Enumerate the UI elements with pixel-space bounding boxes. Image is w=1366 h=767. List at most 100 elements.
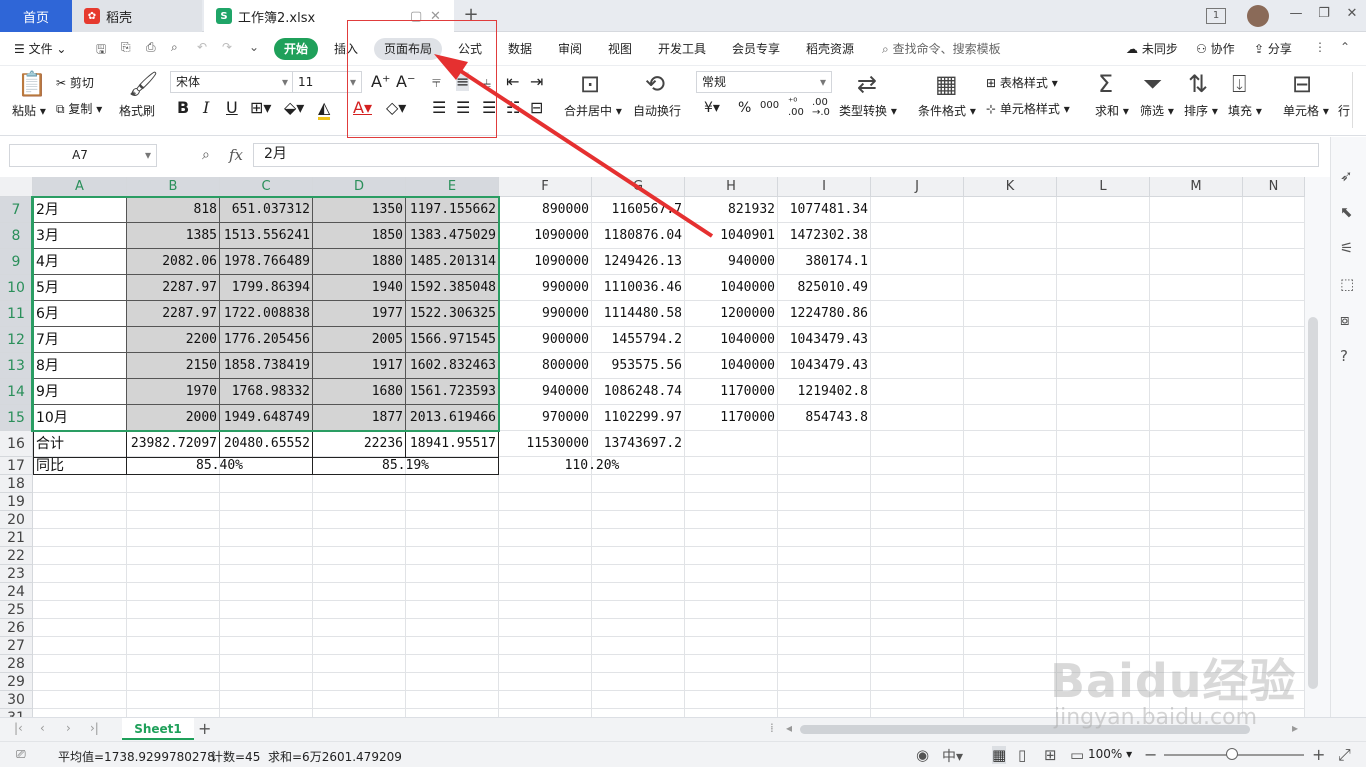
cell[interactable]: 1040901 — [685, 223, 777, 249]
cell[interactable]: 800000 — [499, 353, 591, 379]
column-header-f[interactable]: F — [499, 177, 592, 197]
conditional-format-button[interactable]: 条件格式 ▾ — [918, 102, 976, 119]
cell[interactable]: 1110036.46 — [592, 275, 684, 301]
column-header-b[interactable]: B — [127, 177, 220, 197]
name-box[interactable]: A7 ▾ — [9, 144, 157, 167]
cell[interactable]: 1043479.43 — [778, 353, 870, 379]
column-header-n[interactable]: N — [1243, 177, 1305, 197]
eye-protection-icon[interactable]: ◉ — [916, 746, 929, 764]
print-preview-icon[interactable]: ⌕ — [171, 40, 178, 55]
column-header-c[interactable]: C — [220, 177, 313, 197]
column-header-l[interactable]: L — [1057, 177, 1150, 197]
backup-icon[interactable]: ⧇ — [1340, 311, 1350, 329]
cell[interactable]: 1219402.8 — [778, 379, 870, 405]
cell[interactable]: 1102299.97 — [592, 405, 684, 431]
cell[interactable]: 1086248.74 — [592, 379, 684, 405]
row-header[interactable]: 14 — [0, 379, 33, 405]
sync-status[interactable]: ☁ 未同步 — [1126, 40, 1178, 57]
row-header[interactable]: 17 — [0, 457, 33, 475]
command-search[interactable]: ⌕ 查找命令、搜索模板 — [882, 40, 1001, 57]
restore-icon[interactable]: ❐ — [1313, 6, 1335, 21]
menu-tab-developer[interactable]: 开发工具 — [658, 40, 706, 57]
menu-tab-daoke-resources[interactable]: 稻壳资源 — [806, 40, 854, 57]
row-header[interactable]: 8 — [0, 223, 33, 249]
row-header[interactable]: 15 — [0, 405, 33, 431]
cell[interactable]: 合计 — [33, 431, 126, 457]
cell[interactable]: 821932 — [685, 197, 777, 223]
prev-sheet-icon[interactable]: ‹ — [40, 721, 45, 735]
column-header-h[interactable]: H — [685, 177, 778, 197]
row-header[interactable]: 12 — [0, 327, 33, 353]
language-icon[interactable]: 中▾ — [942, 746, 963, 766]
thousands-icon[interactable]: 000 — [760, 100, 779, 111]
wrap-text-button[interactable]: 自动换行 — [633, 102, 681, 119]
cell[interactable]: 11530000 — [499, 431, 591, 457]
vertical-scroll-thumb[interactable] — [1308, 317, 1318, 689]
ribbon-scroll[interactable] — [1352, 72, 1364, 128]
cell[interactable]: 1040000 — [685, 275, 777, 301]
row-header[interactable]: 20 — [0, 511, 33, 529]
row-header[interactable]: 10 — [0, 275, 33, 301]
cell[interactable]: 1455794.2 — [592, 327, 684, 353]
percent-icon[interactable]: % — [738, 100, 751, 116]
menu-tab-review[interactable]: 审阅 — [558, 40, 582, 57]
collaborate-button[interactable]: ⚇ 协作 — [1196, 40, 1235, 57]
save-icon[interactable]: 🖫 — [96, 40, 106, 61]
menu-tab-start[interactable]: 开始 — [274, 38, 319, 60]
row-header[interactable]: 25 — [0, 601, 33, 619]
tab-home[interactable]: 首页 — [0, 0, 72, 32]
justify-icon[interactable]: ⊟ — [530, 98, 543, 117]
first-sheet-icon[interactable]: |‹ — [14, 721, 23, 735]
column-header-a[interactable]: A — [33, 177, 127, 197]
cell[interactable]: 940000 — [685, 249, 777, 275]
cell[interactable]: 18941.95517 — [406, 431, 498, 457]
hscroll-split-icon[interactable]: ⁞ — [770, 721, 774, 735]
row-header[interactable]: 16 — [0, 431, 33, 457]
column-header-j[interactable]: J — [871, 177, 964, 197]
page-break-view-icon[interactable]: ⊞ — [1044, 746, 1057, 764]
next-sheet-icon[interactable]: › — [66, 721, 71, 735]
cell[interactable]: 990000 — [499, 275, 591, 301]
cell[interactable]: 890000 — [499, 197, 591, 223]
zoom-level[interactable]: 100% ▾ — [1088, 747, 1132, 761]
column-header-d[interactable]: D — [313, 177, 406, 197]
share-button[interactable]: ⇪ 分享 — [1254, 40, 1292, 57]
cursor-icon[interactable]: ⬉ — [1340, 203, 1353, 221]
merge-center-button[interactable]: 合并居中 ▾ — [564, 102, 622, 119]
print-icon[interactable]: ⎙ — [146, 40, 156, 55]
table-style-button[interactable]: ⊞ 表格样式 ▾ — [986, 74, 1058, 91]
italic-icon[interactable]: I — [203, 98, 209, 117]
column-header-k[interactable]: K — [964, 177, 1057, 197]
cell[interactable]: 1170000 — [685, 379, 777, 405]
row-header[interactable]: 23 — [0, 565, 33, 583]
highlight-icon[interactable]: ◭ — [318, 98, 331, 120]
bold-icon[interactable]: B — [177, 98, 189, 117]
row-header[interactable]: 13 — [0, 353, 33, 379]
distribute-icon[interactable]: ☷ — [506, 98, 520, 117]
rocket-icon[interactable]: ➶ — [1340, 167, 1353, 185]
border-icon[interactable]: ⊞▾ — [250, 98, 271, 117]
row-header[interactable]: 7 — [0, 197, 33, 223]
row-header[interactable]: 31 — [0, 709, 33, 717]
increase-decimal-icon[interactable]: ⁺⁰ .00 — [788, 98, 804, 118]
cell-style-button[interactable]: ⊹ 单元格样式 ▾ — [986, 100, 1070, 117]
cell[interactable]: 13743697.2 — [592, 431, 684, 457]
cell[interactable]: 1249426.13 — [592, 249, 684, 275]
cell[interactable]: 380174.1 — [778, 249, 870, 275]
cell[interactable]: 110.20% — [499, 457, 685, 475]
filter-button[interactable]: 筛选 ▾ — [1140, 102, 1174, 119]
export-pdf-icon[interactable]: ⎘ — [121, 40, 131, 55]
minimize-icon[interactable]: — — [1285, 6, 1307, 21]
fill-button[interactable]: 填充 ▾ — [1228, 102, 1262, 119]
avatar[interactable] — [1247, 5, 1269, 27]
row-col-button[interactable]: 行 — [1338, 102, 1350, 119]
number-format-select[interactable]: 常规 ▾ — [696, 71, 832, 93]
menu-tab-member[interactable]: 会员专享 — [732, 40, 780, 57]
cell[interactable]: 1040000 — [685, 327, 777, 353]
select-tool-icon[interactable]: ⬚ — [1340, 275, 1354, 293]
cell[interactable]: 23982.72097 — [127, 431, 219, 457]
more-icon[interactable]: ⋮ — [1314, 40, 1326, 54]
row-header[interactable]: 22 — [0, 547, 33, 565]
row-header[interactable]: 29 — [0, 673, 33, 691]
sort-button[interactable]: 排序 ▾ — [1184, 102, 1218, 119]
